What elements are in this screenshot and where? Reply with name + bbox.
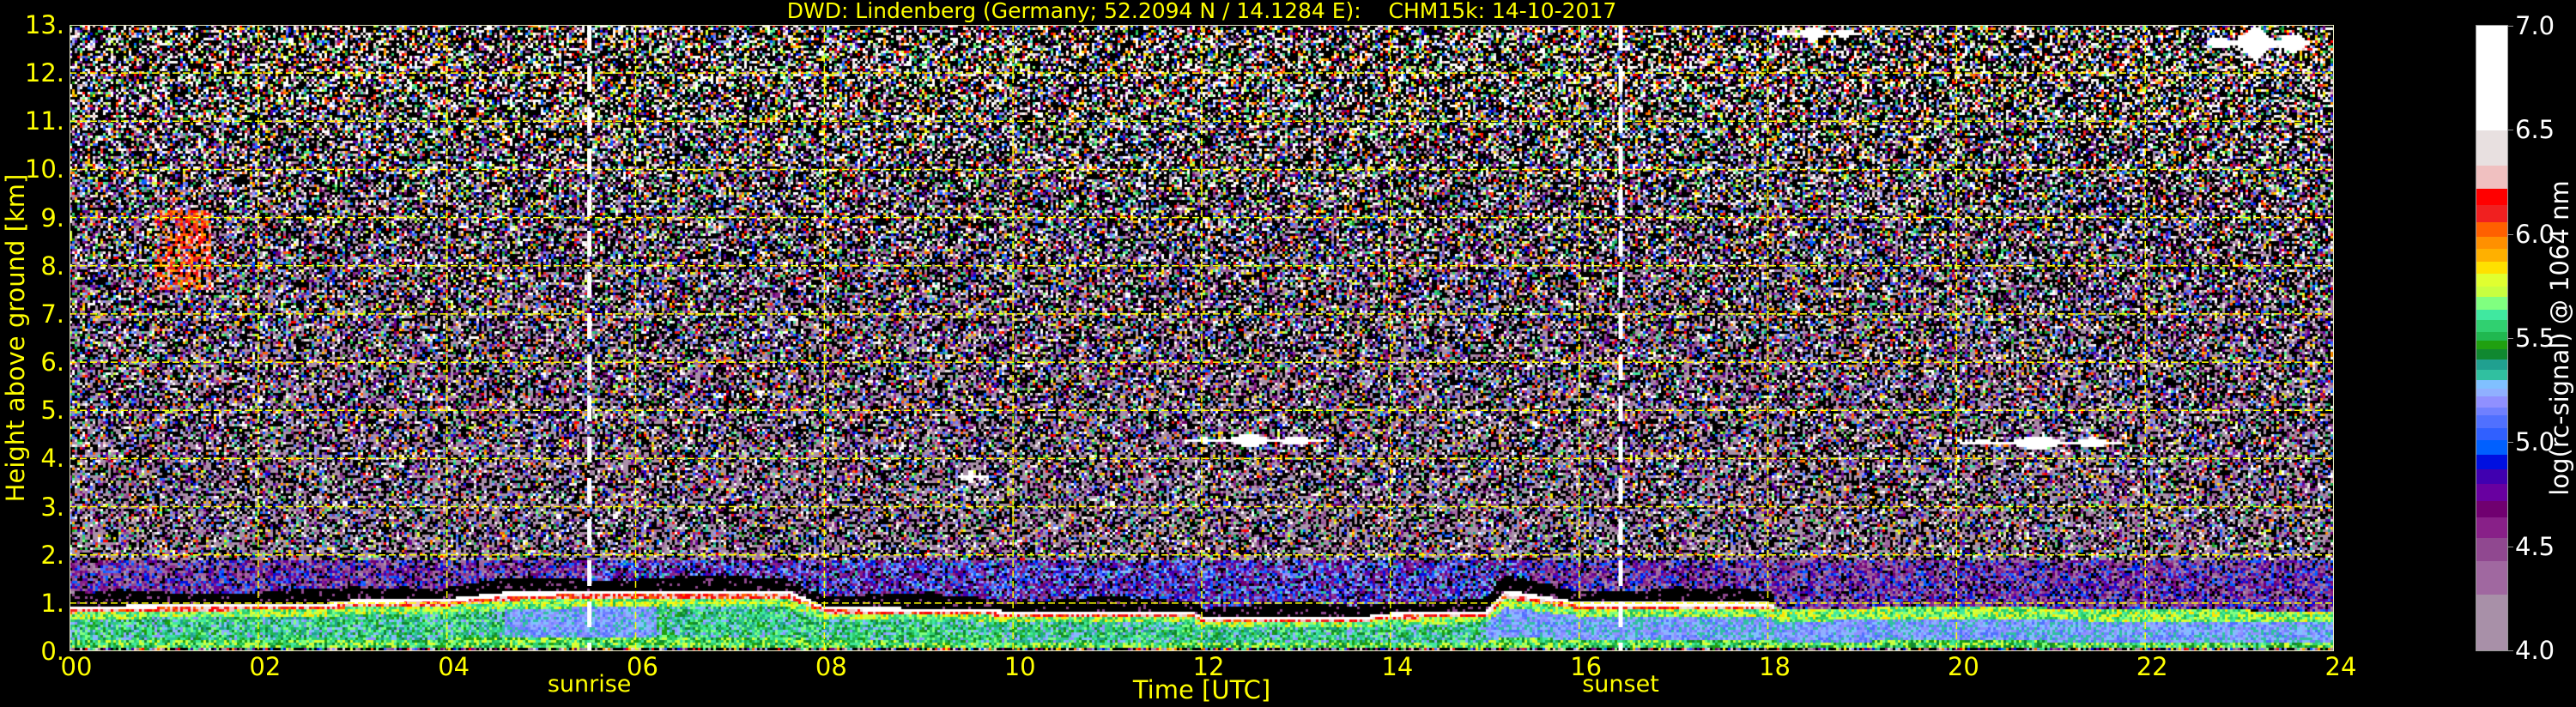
colorbar-segment <box>2476 594 2507 651</box>
colorbar-segment <box>2476 273 2507 287</box>
y-tick-label: 11. <box>24 106 64 136</box>
colorbar-tick-label: 4.5 <box>2515 531 2555 561</box>
colorbar-tick-mark <box>2508 233 2513 235</box>
colorbar-segment <box>2476 296 2507 310</box>
colorbar-segment <box>2476 369 2507 381</box>
y-tick-label: 1. <box>40 588 64 618</box>
y-tick-label: 8. <box>40 251 64 281</box>
colorbar-segment <box>2476 248 2507 262</box>
colorbar-segment <box>2476 309 2507 320</box>
colorbar-segment <box>2476 537 2507 562</box>
colorbar-segment <box>2476 468 2507 485</box>
sunset-label: sunset <box>1582 671 1659 698</box>
colorbar-segment <box>2476 379 2507 389</box>
x-tick-label: 20 <box>1947 652 1979 681</box>
colorbar-segment <box>2476 331 2507 341</box>
colorbar-segment <box>2476 359 2507 370</box>
colorbar-label: log(rc-signal) @ 1064 nm <box>2545 180 2574 496</box>
sunrise-label: sunrise <box>547 671 632 698</box>
colorbar-segment <box>2476 500 2507 518</box>
colorbar-segment <box>2476 483 2507 501</box>
x-tick-label: 14 <box>1381 652 1414 681</box>
x-tick-label: 18 <box>1759 652 1791 681</box>
x-tick-label: 04 <box>438 652 470 681</box>
y-tick-label: 5. <box>40 396 64 426</box>
colorbar-tick-mark <box>2508 442 2513 444</box>
colorbar-tick-mark <box>2508 26 2513 27</box>
y-tick-label: 3. <box>40 492 64 522</box>
colorbar <box>2476 25 2508 651</box>
colorbar-segment <box>2476 286 2507 297</box>
y-tick-label: 4. <box>40 444 64 474</box>
x-tick-label: 10 <box>1003 652 1036 681</box>
x-tick-label: 06 <box>627 652 658 681</box>
y-tick-label: 9. <box>40 202 64 233</box>
plot-overlay <box>70 25 2334 651</box>
colorbar-segment <box>2476 517 2507 539</box>
colorbar-segment <box>2476 261 2507 275</box>
colorbar-segment <box>2476 221 2507 237</box>
x-axis-label: Time [UTC] <box>1132 675 1271 704</box>
colorbar-tick-mark <box>2508 338 2513 339</box>
colorbar-segment <box>2476 188 2507 206</box>
colorbar-tick-label: 6.5 <box>2515 115 2555 145</box>
plot-area <box>70 25 2334 651</box>
colorbar-segment <box>2476 454 2507 470</box>
colorbar-segment <box>2476 414 2507 428</box>
colorbar-tick-label: 7.0 <box>2515 11 2555 40</box>
y-tick-label: 7. <box>40 299 64 329</box>
y-tick-label: 12. <box>24 58 64 88</box>
x-tick-label: 08 <box>815 652 847 681</box>
x-tick-label: 22 <box>2136 652 2168 681</box>
colorbar-segment <box>2476 407 2507 416</box>
y-tick-label: 10. <box>24 154 64 184</box>
colorbar-segment <box>2476 388 2507 397</box>
colorbar-segment <box>2476 340 2507 349</box>
colorbar-segment <box>2476 319 2507 333</box>
y-axis-label: Height above ground [km] <box>1 173 30 503</box>
x-tick-label: 02 <box>249 652 282 681</box>
y-tick-label: 13. <box>24 10 64 39</box>
colorbar-segment <box>2476 348 2507 360</box>
x-tick-label: 00 <box>60 652 93 681</box>
colorbar-segment <box>2476 560 2507 595</box>
colorbar-segment <box>2476 26 2507 130</box>
colorbar-segment <box>2476 396 2507 408</box>
colorbar-segment <box>2476 439 2507 456</box>
colorbar-tick-label: 4.0 <box>2515 636 2555 665</box>
y-tick-label: 6. <box>40 347 64 378</box>
colorbar-tick-mark <box>2508 650 2513 651</box>
chart-title: DWD: Lindenberg (Germany; 52.2094 N / 14… <box>786 0 1617 23</box>
colorbar-segment <box>2476 165 2507 189</box>
y-tick-label: 2. <box>40 540 64 570</box>
colorbar-segment <box>2476 130 2507 166</box>
x-tick-label: 24 <box>2324 652 2357 681</box>
colorbar-segment <box>2476 236 2507 250</box>
colorbar-segment <box>2476 204 2507 222</box>
colorbar-segment <box>2476 427 2507 441</box>
